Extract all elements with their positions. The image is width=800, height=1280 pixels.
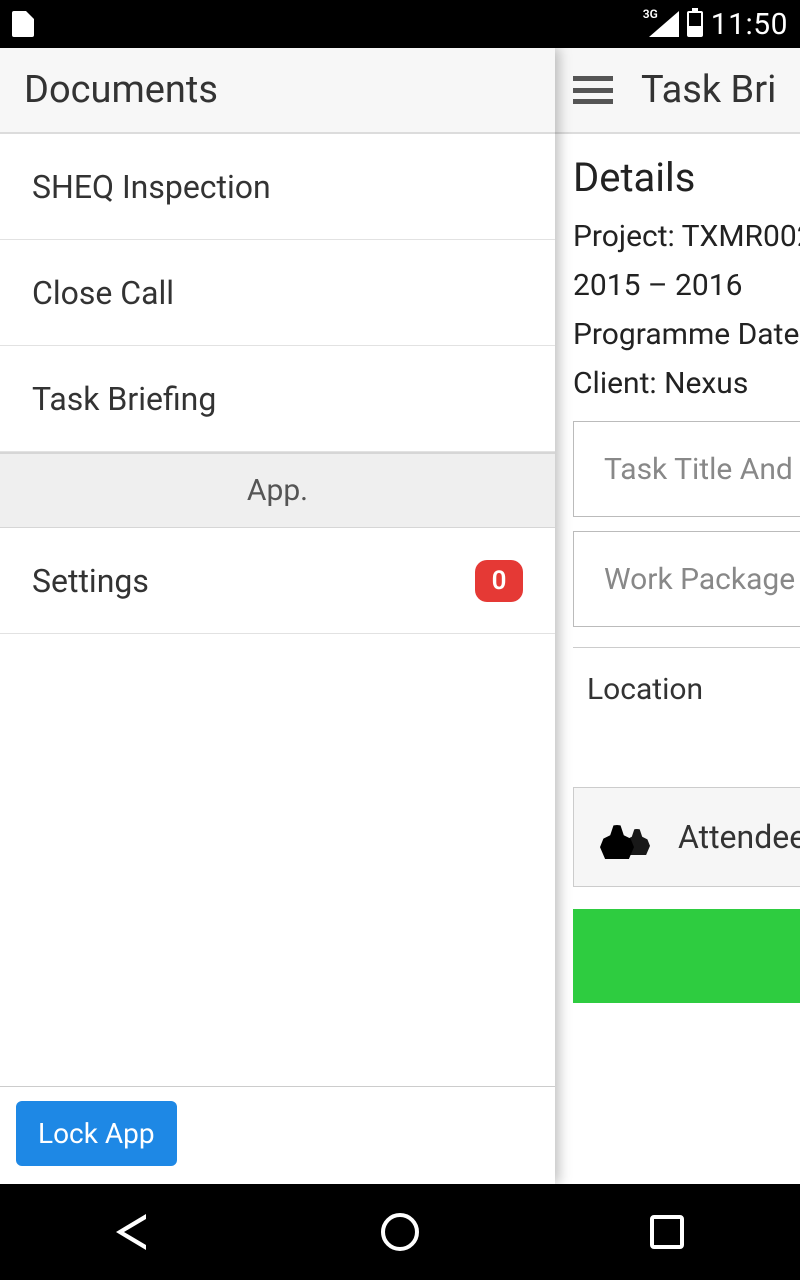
battery-icon bbox=[687, 11, 703, 37]
drawer-title: Documents bbox=[0, 48, 555, 134]
work-package-placeholder: Work Package bbox=[604, 562, 795, 597]
drawer-list: SHEQ Inspection Close Call Task Briefing… bbox=[0, 134, 555, 1086]
nav-back-button[interactable] bbox=[111, 1210, 155, 1254]
drawer-section-app: App. bbox=[0, 452, 555, 528]
client-line: Client: Nexus bbox=[573, 366, 800, 401]
drawer-item-label: Task Briefing bbox=[32, 380, 216, 418]
drawer-section-label: App. bbox=[247, 473, 308, 508]
nav-recent-button[interactable] bbox=[645, 1210, 689, 1254]
project-line: Project: TXMR002 bbox=[573, 219, 800, 254]
task-title-input[interactable]: Task Title And bbox=[573, 421, 800, 517]
drawer-item-label: Settings bbox=[32, 562, 149, 600]
detail-panel: Task Bri Details Project: TXMR002 2015 –… bbox=[555, 48, 800, 1184]
status-bar: 3G 11:50 bbox=[0, 0, 800, 48]
drawer-footer: Lock App bbox=[0, 1086, 555, 1184]
detail-title: Task Bri bbox=[641, 68, 776, 112]
drawer-item-close-call[interactable]: Close Call bbox=[0, 240, 555, 346]
detail-header: Task Bri bbox=[555, 48, 800, 134]
primary-action-button[interactable] bbox=[573, 909, 800, 1003]
nav-home-button[interactable] bbox=[378, 1210, 422, 1254]
sd-card-icon bbox=[12, 11, 34, 37]
menu-icon[interactable] bbox=[573, 76, 613, 104]
signal-icon: 3G bbox=[649, 11, 679, 37]
system-nav-bar bbox=[0, 1184, 800, 1280]
details-heading: Details bbox=[573, 154, 800, 201]
clock: 11:50 bbox=[711, 7, 788, 42]
navigation-drawer: Documents SHEQ Inspection Close Call Tas… bbox=[0, 48, 555, 1184]
attendee-label: Attendee bbox=[678, 818, 800, 856]
drawer-item-settings[interactable]: Settings 0 bbox=[0, 528, 555, 634]
drawer-item-label: Close Call bbox=[32, 274, 174, 312]
drawer-item-sheq-inspection[interactable]: SHEQ Inspection bbox=[0, 134, 555, 240]
lock-app-button[interactable]: Lock App bbox=[16, 1101, 177, 1166]
drawer-item-label: SHEQ Inspection bbox=[32, 168, 271, 206]
work-package-input[interactable]: Work Package bbox=[573, 531, 800, 627]
people-icon bbox=[600, 815, 650, 859]
attendee-row[interactable]: Attendee bbox=[573, 787, 800, 887]
year-line: 2015 – 2016 bbox=[573, 268, 800, 303]
programme-line: Programme Date / bbox=[573, 317, 800, 352]
location-label: Location bbox=[573, 647, 800, 787]
task-title-placeholder: Task Title And bbox=[604, 452, 793, 487]
settings-badge: 0 bbox=[475, 560, 523, 602]
drawer-item-task-briefing[interactable]: Task Briefing bbox=[0, 346, 555, 452]
